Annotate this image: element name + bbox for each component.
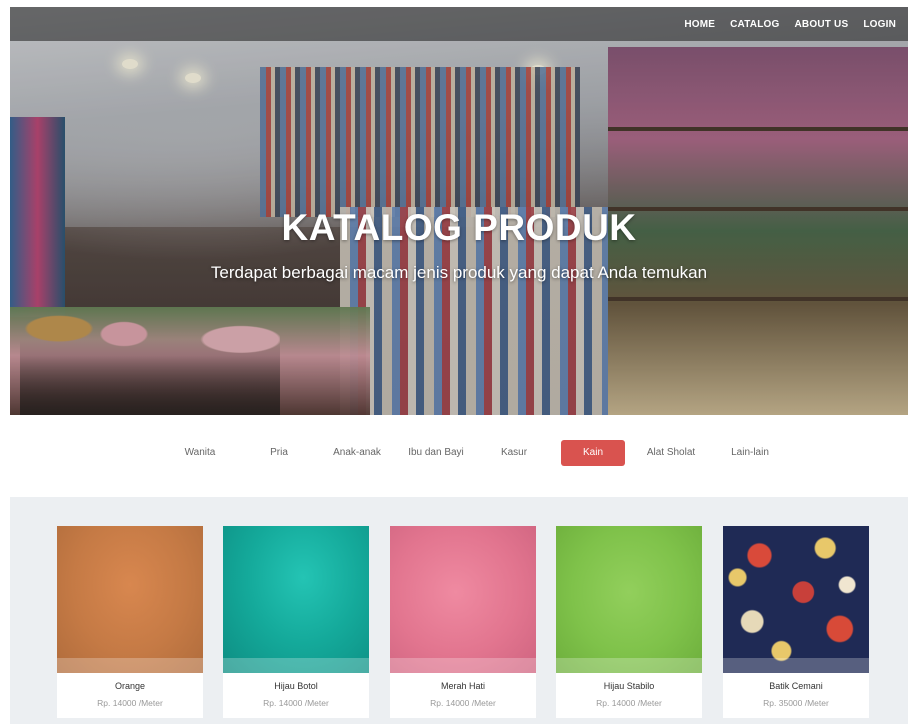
product-price: Rp. 14000 /Meter: [430, 698, 496, 708]
nav-home-link[interactable]: HOME: [684, 19, 715, 30]
tab-lain-lain[interactable]: Lain-lain: [722, 440, 778, 466]
product-card-hijau-botol[interactable]: Hijau Botol Rp. 14000 /Meter: [223, 526, 369, 718]
product-card-merah-hati[interactable]: Merah Hati Rp. 14000 /Meter: [390, 526, 536, 718]
product-card-orange[interactable]: Orange Rp. 14000 /Meter: [57, 526, 203, 718]
product-image[interactable]: [390, 526, 536, 673]
product-image[interactable]: [723, 526, 869, 673]
hero-banner: HOME CATALOG ABOUT US LOGIN KATALOG PROD…: [10, 7, 908, 415]
tab-kain[interactable]: Kain: [561, 440, 625, 466]
tab-anak-anak[interactable]: Anak-anak: [328, 440, 386, 466]
image-fade: [390, 658, 536, 673]
tab-pria[interactable]: Pria: [256, 440, 302, 466]
product-price: Rp. 14000 /Meter: [97, 698, 163, 708]
image-fade: [223, 658, 369, 673]
main-nav: HOME CATALOG ABOUT US LOGIN: [684, 19, 896, 30]
image-fade: [723, 658, 869, 673]
tab-ibu-dan-bayi[interactable]: Ibu dan Bayi: [404, 440, 468, 466]
page-title: KATALOG PRODUK: [281, 207, 637, 248]
tab-alat-sholat[interactable]: Alat Sholat: [640, 440, 702, 466]
nav-about-link[interactable]: ABOUT US: [795, 19, 849, 30]
product-name: Orange: [114, 681, 146, 691]
product-price: Rp. 14000 /Meter: [596, 698, 662, 708]
product-card-hijau-stabilo[interactable]: Hijau Stabilo Rp. 14000 /Meter: [556, 526, 702, 718]
product-name: Batik Cemani: [769, 681, 823, 691]
product-image[interactable]: [57, 526, 203, 673]
product-card-batik-cemani[interactable]: Batik Cemani Rp. 35000 /Meter: [723, 526, 869, 718]
nav-catalog-link[interactable]: CATALOG: [730, 19, 779, 30]
product-image[interactable]: [223, 526, 369, 673]
product-price: Rp. 14000 /Meter: [263, 698, 329, 708]
page-subtitle: Terdapat berbagai macam jenis produk yan…: [210, 263, 708, 282]
product-price: Rp. 35000 /Meter: [763, 698, 829, 708]
tab-kasur[interactable]: Kasur: [490, 440, 538, 466]
product-name: Merah Hati: [440, 681, 485, 691]
image-fade: [57, 658, 203, 673]
product-grid: Orange Rp. 14000 /Meter Hijau Botol Rp. …: [10, 497, 908, 724]
category-tabs: Wanita Pria Anak-anak Ibu dan Bayi Kasur…: [0, 440, 908, 466]
image-fade: [556, 658, 702, 673]
product-name: Hijau Botol: [274, 681, 318, 691]
tab-wanita[interactable]: Wanita: [176, 440, 224, 466]
product-image[interactable]: [556, 526, 702, 673]
nav-login-link[interactable]: LOGIN: [863, 19, 896, 30]
product-name: Hijau Stabilo: [603, 681, 655, 691]
